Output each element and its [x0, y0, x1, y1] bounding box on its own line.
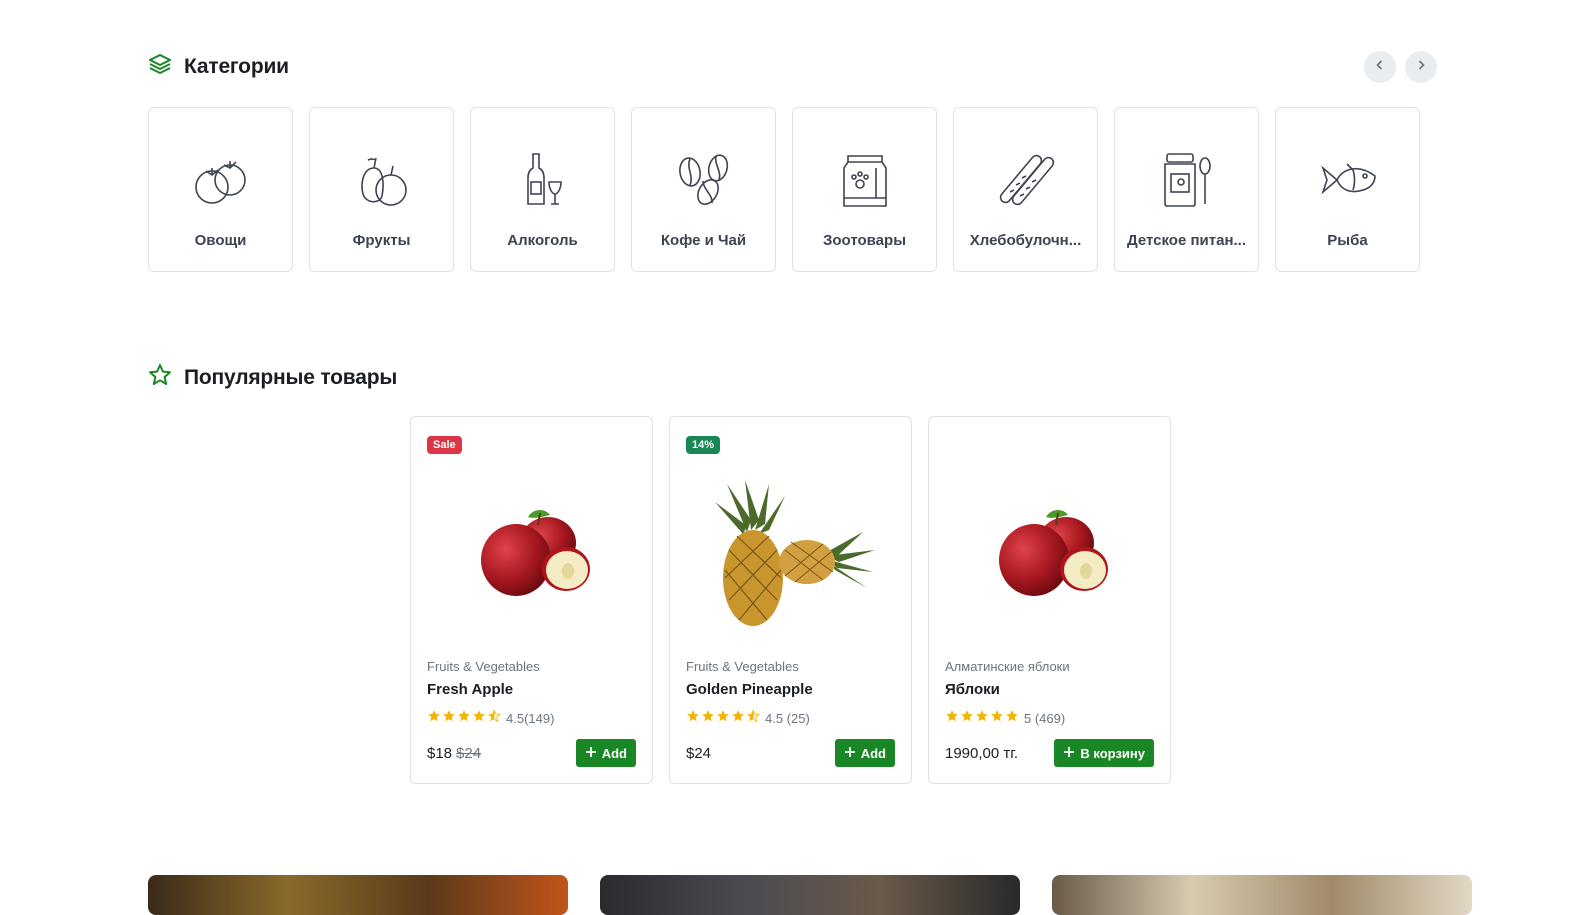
product-category: Fruits & Vegetables [427, 659, 540, 674]
rating-value: 5 (469) [1024, 711, 1066, 726]
fish-icon [1318, 150, 1378, 210]
product-price: $24 [686, 745, 711, 762]
product-card-fresh-apple[interactable]: Sale Fruits & Vegetables Fresh Apple 4.5… [410, 416, 653, 784]
discount-badge: 14% [686, 436, 721, 454]
product-price: 1990,00 тг. [945, 745, 1018, 762]
category-label: Хлебобулочн... [969, 232, 1082, 249]
product-card-apples[interactable]: Алматинские яблоки Яблоки 5 (469) 1990,0… [928, 416, 1171, 784]
category-label: Детское питан... [1126, 232, 1247, 249]
add-to-cart-button[interactable]: Add [575, 739, 636, 767]
plus-icon [1063, 746, 1075, 761]
star-half-icon [487, 709, 501, 728]
product-price: $18 $24 [427, 745, 481, 762]
category-carousel-nav [1364, 51, 1437, 83]
product-rating: 5 (469) [945, 709, 1065, 728]
apple-image [427, 455, 638, 655]
star-icon [975, 709, 989, 728]
current-price: 1990,00 тг. [945, 745, 1019, 762]
product-list: Sale Fruits & Vegetables Fresh Apple 4.5… [410, 416, 1171, 784]
product-rating: 4.5 (25) [686, 709, 810, 728]
popular-header: Популярные товары [148, 363, 397, 392]
promo-banners [148, 875, 1472, 915]
category-card-fish[interactable]: Рыба [1275, 107, 1420, 272]
star-icon [990, 709, 1004, 728]
star-icon [731, 709, 745, 728]
current-price: $18 [427, 745, 453, 762]
plus-icon [844, 746, 856, 761]
add-button-label: В корзину [1080, 745, 1145, 761]
category-label: Рыба [1327, 232, 1368, 249]
next-button[interactable] [1405, 51, 1437, 83]
category-card-pet-supplies[interactable]: Зоотовары [792, 107, 937, 272]
sale-badge: Sale [427, 436, 462, 454]
apple-image [945, 455, 1156, 655]
star-icon [686, 709, 700, 728]
category-label: Алкоголь [507, 232, 578, 249]
popular-title: Популярные товары [184, 365, 398, 389]
category-card-coffee-tea[interactable]: Кофе и Чай [631, 107, 776, 272]
add-to-cart-button[interactable]: В корзину [1054, 739, 1154, 767]
category-list: Овощи Фрукты Алкоголь Кофе и Чай Зоотова… [148, 107, 1420, 272]
product-name[interactable]: Fresh Apple [427, 681, 513, 698]
category-card-fruits[interactable]: Фрукты [309, 107, 454, 272]
category-label: Зоотовары [823, 232, 906, 249]
category-label: Фрукты [352, 232, 411, 249]
star-outline-icon [148, 363, 172, 392]
product-card-golden-pineapple[interactable]: 14% Fruits & Vegetables Golden Pineapple… [669, 416, 912, 784]
star-icon [945, 709, 959, 728]
product-rating: 4.5(149) [427, 709, 554, 728]
wine-icon [513, 150, 573, 210]
plus-icon [585, 746, 597, 761]
promo-banner[interactable] [148, 875, 568, 915]
star-icon [701, 709, 715, 728]
rating-value: 4.5(149) [506, 711, 555, 726]
chevron-left-icon [1374, 58, 1386, 76]
star-icon [960, 709, 974, 728]
pineapple-image [686, 455, 897, 655]
add-button-label: Add [860, 745, 886, 761]
star-half-icon [746, 709, 760, 728]
category-card-alcohol[interactable]: Алкоголь [470, 107, 615, 272]
star-icon [1005, 709, 1019, 728]
old-price: $24 [456, 745, 482, 762]
rating-value: 4.5 (25) [765, 711, 810, 726]
category-card-bakery[interactable]: Хлебобулочн... [953, 107, 1098, 272]
layers-icon [148, 52, 172, 81]
pet-food-bag-icon [835, 150, 895, 210]
category-card-baby-food[interactable]: Детское питан... [1114, 107, 1259, 272]
promo-banner[interactable] [600, 875, 1020, 915]
star-icon [442, 709, 456, 728]
chevron-right-icon [1415, 58, 1427, 76]
baguette-icon [996, 150, 1056, 210]
star-icon [427, 709, 441, 728]
category-label: Овощи [194, 232, 247, 249]
product-category: Алматинские яблоки [945, 659, 1070, 674]
categories-title: Категории [184, 54, 289, 78]
baby-food-jar-icon [1157, 150, 1217, 210]
product-category: Fruits & Vegetables [686, 659, 799, 674]
product-name[interactable]: Golden Pineapple [686, 681, 813, 698]
add-button-label: Add [601, 745, 627, 761]
star-icon [472, 709, 486, 728]
star-icon [457, 709, 471, 728]
promo-banner[interactable] [1052, 875, 1472, 915]
fruit-icon [352, 150, 412, 210]
tomato-icon [191, 150, 251, 210]
category-label: Кофе и Чай [660, 232, 747, 249]
prev-button[interactable] [1364, 51, 1396, 83]
product-name[interactable]: Яблоки [945, 681, 1000, 698]
category-card-vegetables[interactable]: Овощи [148, 107, 293, 272]
star-icon [716, 709, 730, 728]
categories-header: Категории [148, 52, 289, 81]
add-to-cart-button[interactable]: Add [834, 739, 895, 767]
coffee-beans-icon [674, 150, 734, 210]
current-price: $24 [686, 745, 712, 762]
